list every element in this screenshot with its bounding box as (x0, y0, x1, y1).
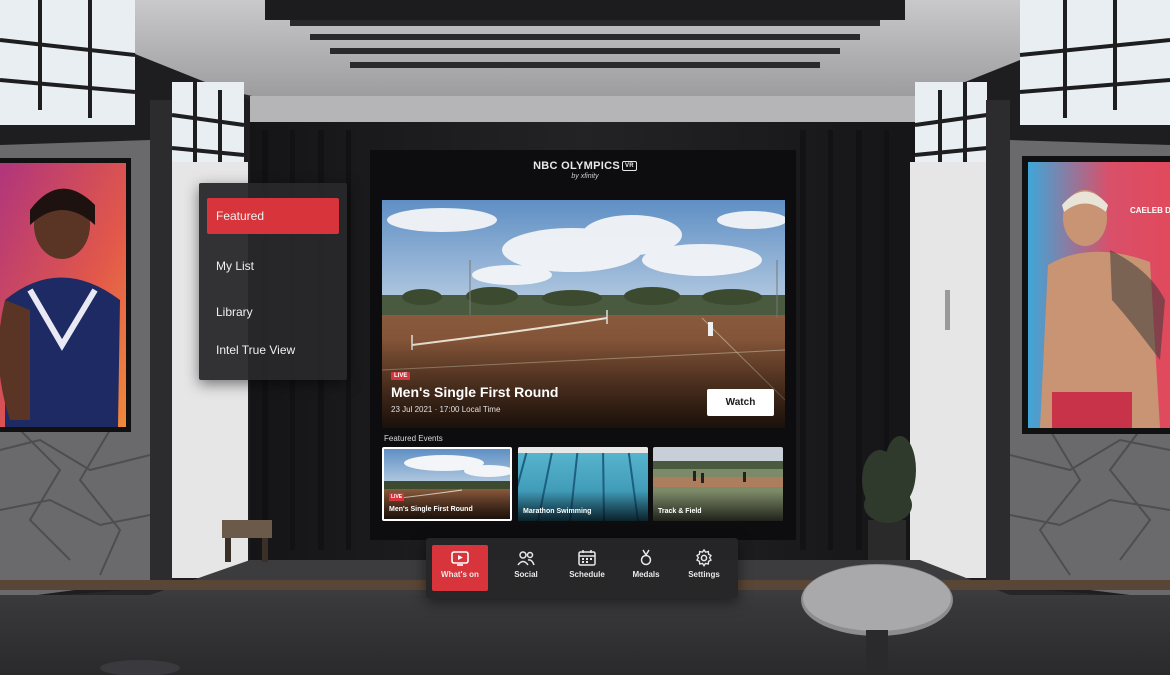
event-card-marathon-swimming[interactable]: Marathon Swimming (518, 447, 648, 521)
people-icon (517, 551, 535, 566)
gear-icon (696, 549, 712, 567)
event-card-label: Men's Single First Round (389, 506, 473, 513)
live-badge: LIVE (389, 493, 405, 501)
nav-schedule[interactable]: Schedule (559, 545, 615, 591)
featured-events-heading: Featured Events (384, 434, 443, 443)
nbc-olympics-logo: NBC OLYMPICS VR by xfinity (520, 160, 650, 190)
logo-sub: by xfinity (571, 173, 599, 180)
card-shade (518, 491, 648, 521)
menu-item-label: Featured (216, 209, 265, 223)
nav-label: Medals (632, 570, 660, 579)
side-menu: Featured My List Library Intel True View (199, 183, 347, 380)
menu-item-label: My List (216, 259, 255, 273)
hero-screen[interactable]: LIVE Men's Single First Round 23 Jul 202… (382, 200, 785, 428)
nav-whats-on[interactable]: What's on (432, 545, 488, 591)
event-card-mens-single[interactable]: LIVE Men's Single First Round (382, 447, 512, 521)
menu-item-label: Library (216, 305, 253, 319)
nav-label: Schedule (569, 570, 605, 579)
menu-item-my-list[interactable]: My List (207, 248, 339, 284)
event-card-label: Track & Field (658, 508, 702, 515)
logo-brand: NBC OLYMPICS (533, 160, 620, 172)
event-card-label: Marathon Swimming (523, 508, 592, 515)
event-card-track-field[interactable]: Track & Field (653, 447, 783, 521)
poster-name: CAELEB DRE (1130, 206, 1170, 215)
nav-settings[interactable]: Settings (676, 545, 732, 591)
card-shade (653, 491, 783, 521)
hero-date: 23 Jul 2021 · 17:00 Local Time (391, 405, 501, 414)
nav-social[interactable]: Social (498, 545, 554, 591)
watch-button[interactable]: Watch (707, 389, 774, 416)
menu-item-featured[interactable]: Featured (207, 198, 339, 234)
menu-item-library[interactable]: Library (207, 294, 339, 330)
calendar-icon (578, 550, 596, 566)
logo-badge: VR (622, 161, 637, 172)
tv-icon (451, 551, 469, 566)
nav-medals[interactable]: Medals (618, 545, 674, 591)
live-badge: LIVE (391, 372, 411, 380)
nav-label: Social (514, 570, 538, 579)
bottom-nav: What's on Social Schedule Medals Setting… (426, 538, 738, 598)
nav-label: Settings (688, 570, 720, 579)
nav-label: What's on (441, 570, 479, 579)
hero-title: Men's Single First Round (391, 384, 559, 400)
menu-item-label: Intel True View (216, 343, 296, 357)
menu-item-intel-true-view[interactable]: Intel True View (207, 332, 339, 368)
medal-icon (640, 549, 652, 566)
